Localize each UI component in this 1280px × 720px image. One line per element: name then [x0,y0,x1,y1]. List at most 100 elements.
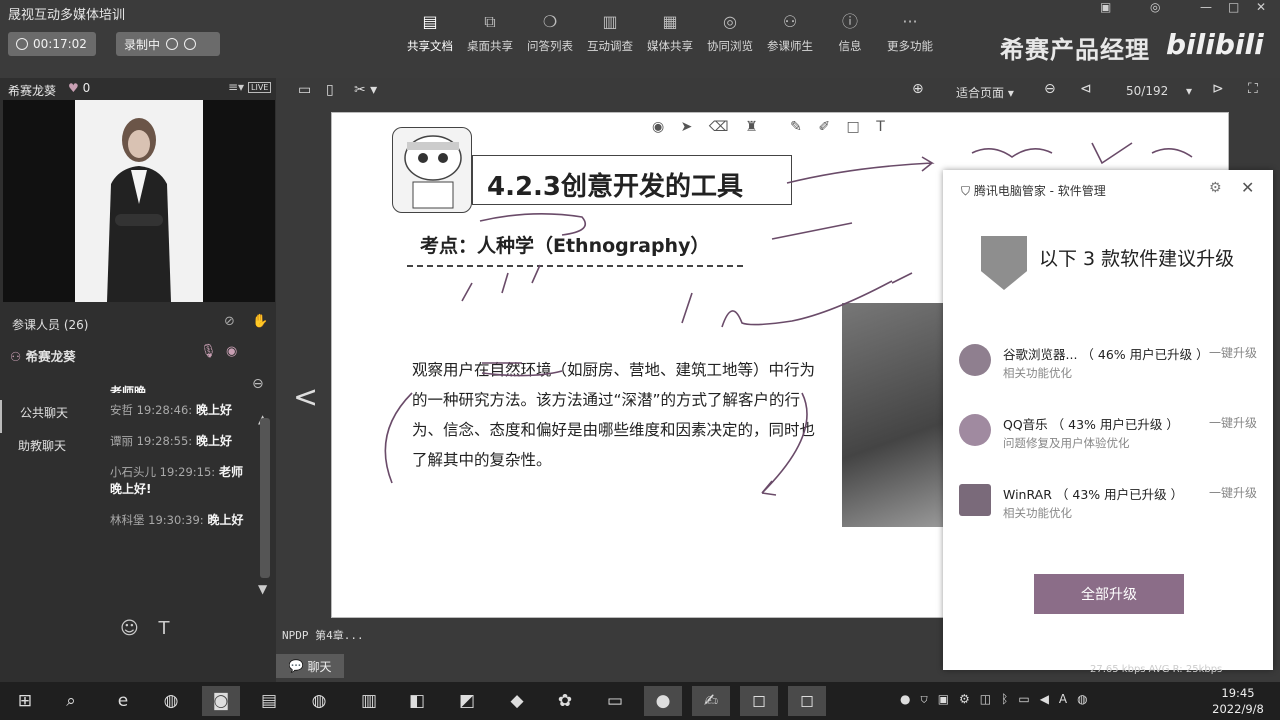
popup-close-icon[interactable]: ✕ [1241,178,1254,197]
one-click-upgrade-link[interactable]: 一键升级 [1209,344,1257,361]
message-sender: 谭丽 19:28:55: [110,434,193,448]
slide-prev-arrow[interactable]: < [293,380,318,415]
file-explorer-icon[interactable]: ▥ [350,686,388,716]
close-icon[interactable]: ✕ [1256,0,1266,14]
microphone-icon[interactable]: 🎙 [200,344,217,359]
survey-icon: ▥ [602,12,618,31]
toolbar-people[interactable]: ⚇ 参课师生 [760,12,820,54]
app-icon-7[interactable]: ✿ [546,686,584,716]
app-icon-2[interactable]: ◙ [202,686,240,716]
one-click-upgrade-link[interactable]: 一键升级 [1209,414,1257,431]
main-toolbar: ▤ 共享文档 ⧉ 桌面共享 ❍ 问答列表 ▥ 互动调查 ▦ 媒体共享 ◎ 协同浏览 ⚇ 参课师生 ⓘ 信息 ··… [400,12,940,54]
next-page-icon[interactable]: ⊳ [1212,81,1224,97]
upgrade-all-button[interactable]: 全部升级 [1034,574,1184,614]
chat-scrollbar[interactable] [260,418,270,578]
one-click-upgrade-link[interactable]: 一键升级 [1209,484,1257,501]
fullscreen-icon[interactable]: ⛶ [1248,81,1258,97]
heart-icon[interactable]: ♥ [68,81,79,95]
app-icon-9[interactable]: ● [644,686,682,716]
app-icon-12[interactable]: ◻ [788,686,826,716]
zoom-out-icon[interactable]: ⊖ [1044,81,1056,97]
pause-recording-icon[interactable] [166,38,179,50]
camera-icon[interactable]: ◉ [226,344,237,359]
menu-icon[interactable]: ≡▾ [228,80,244,94]
app-icon-10[interactable]: ✍ [692,686,730,716]
tab-public-chat[interactable]: 公共聊天 [0,400,80,433]
window-icon[interactable]: ▣ [1100,0,1111,14]
tray-icon[interactable]: ▣ [938,692,959,706]
app-icon-3[interactable]: ◍ [300,686,338,716]
page-dropdown-icon[interactable]: ▾ [1186,84,1192,98]
app-icon-8[interactable]: ▭ [596,686,634,716]
mic-off-icon[interactable]: ⊘ [224,314,235,329]
minimize-icon[interactable]: — [1200,0,1212,14]
tray-icon[interactable]: ◫ [980,692,1001,706]
scroll-down-icon[interactable]: ▼ [258,582,267,596]
recording-control[interactable]: 录制中 [116,32,220,56]
brand-text: 希赛产品经理 [1000,36,1150,64]
toolbar-label: 问答列表 [527,39,573,53]
participants-count[interactable]: 参课人员 (26) [12,316,88,333]
app-icon-1[interactable]: ◍ [152,686,190,716]
chat-toggle-button[interactable]: 💬 聊天 [276,654,344,678]
message-sender: 安哲 19:28:46: [110,403,193,417]
volume-icon[interactable]: ◀ [1040,692,1059,706]
edge-browser-icon[interactable]: e [104,686,142,716]
notes-app-icon[interactable]: ▤ [250,686,288,716]
fit-page-select[interactable]: 适合页面 ▾ [956,84,1014,101]
input-lang[interactable]: A [1059,692,1077,706]
text-format-icon[interactable]: T [159,618,170,639]
document-name[interactable]: NPDP 第4章... [282,627,364,643]
shield-small-icon: ⛉ [961,184,971,198]
app-logo-icon [959,344,991,376]
left-panel: 希赛龙葵 ♥ 0 ≡▾ LIVE 参课人员 (26) ⊘ ✋ ⚇ 希赛龙葵 🎙 … [0,78,276,682]
folder-icon[interactable]: ▭ [298,82,311,98]
toolbar-media[interactable]: ▦ 媒体共享 [640,12,700,54]
app-icon-11[interactable]: ◻ [740,686,778,716]
likes[interactable]: ♥ 0 [68,81,90,95]
bell-icon[interactable]: ◎ [1150,0,1160,14]
browse-icon: ◎ [723,12,737,31]
page-indicator[interactable]: 50/192 [1126,84,1168,98]
upgrade-stat: （ 43% 用户已升级 ） [1051,417,1179,432]
file-icon[interactable]: ▯ [326,82,334,98]
toolbar-survey[interactable]: ▥ 互动调查 [580,12,640,54]
maximize-icon[interactable]: □ [1228,0,1239,14]
people-icon: ⚇ [782,12,798,31]
toolbar-info[interactable]: ⓘ 信息 [820,12,880,54]
shield-tray-icon[interactable]: ⛉ [920,692,937,706]
chat-message: 小石头儿 19:29:15: 老师晚上好! [110,463,255,497]
tray-icon[interactable]: ◍ [1077,692,1097,706]
scissors-icon[interactable]: ✂ ▾ [354,82,377,98]
tray-icon[interactable]: ● [900,692,920,706]
emoji-icon[interactable]: ☺ [120,618,139,639]
clock-time: 19:45 [1221,686,1255,700]
search-icon[interactable]: ⌕ [52,686,90,716]
software-update-popup: ⛉ 腾讯电脑管家 - 软件管理 ⚙ ✕ 以下 3 款软件建议升级 谷歌浏览器..… [943,170,1273,670]
live-badge: LIVE [248,82,272,93]
zoom-in-icon[interactable]: ⊕ [912,81,924,97]
tab-assistant-chat[interactable]: 助教聊天 [0,433,80,466]
app-icon-4[interactable]: ◧ [398,686,436,716]
toolbar-screen-share[interactable]: ⧉ 桌面共享 [460,12,520,54]
toolbar-label: 信息 [838,39,862,53]
bluetooth-icon[interactable]: ᛒ [1001,692,1018,706]
toolbar-browse[interactable]: ◎ 协同浏览 [700,12,760,54]
app-icon-5[interactable]: ◩ [448,686,486,716]
software-item: 谷歌浏览器... （ 46% 用户已升级 ） 相关功能优化 一键升级 [959,342,1259,386]
app-icon-6[interactable]: ◆ [498,686,536,716]
media-icon: ▦ [662,12,678,31]
prev-page-icon[interactable]: ⊲ [1080,81,1092,97]
toolbar-more[interactable]: ··· 更多功能 [880,12,940,54]
tray-icon[interactable]: ⚙ [959,692,980,706]
toolbar-document[interactable]: ▤ 共享文档 [400,12,460,54]
presenter-figure [107,118,171,302]
clock[interactable]: 19:45 2022/9/8 [1206,685,1270,717]
windows-start-icon[interactable]: ⊞ [6,686,44,716]
toolbar-qa[interactable]: ❍ 问答列表 [520,12,580,54]
tray-icon[interactable]: ▭ [1018,692,1039,706]
settings-gear-icon[interactable]: ⚙ [1209,180,1222,196]
hand-icon[interactable]: ✋ [252,314,268,329]
document-icon: ▤ [422,12,438,31]
stop-recording-icon[interactable] [184,38,197,50]
